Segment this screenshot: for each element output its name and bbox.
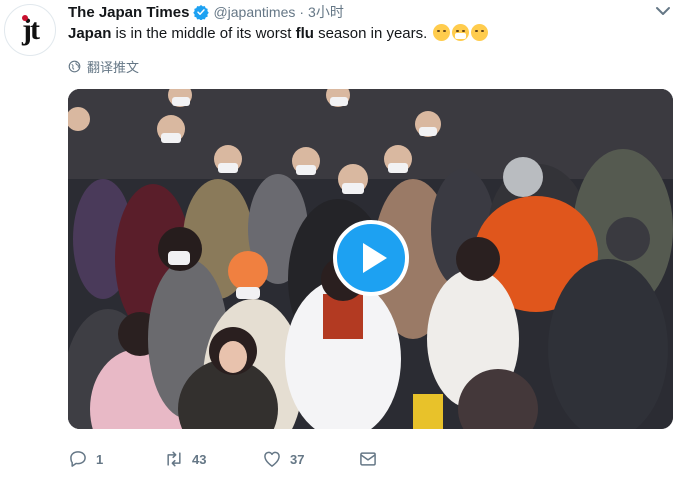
author-handle[interactable]: @japantimes <box>213 4 295 20</box>
tweet-text-keyword-japan: Japan <box>68 25 112 42</box>
tweet-card[interactable]: jt The Japan Times @japantimes · 3小时 Jap… <box>0 0 680 487</box>
tweet-text-part: is in the middle of its worst <box>111 25 296 42</box>
envelope-icon <box>360 452 376 466</box>
translate-tweet-link[interactable]: 翻译推文 <box>68 57 139 75</box>
reply-count: 1 <box>96 451 104 467</box>
video-player[interactable] <box>68 89 673 429</box>
retweet-icon <box>167 451 181 467</box>
header-separator: · <box>299 4 305 20</box>
like-count: 37 <box>290 451 305 467</box>
avatar-dot <box>22 15 28 21</box>
author-name[interactable]: The Japan Times <box>68 4 189 21</box>
reply-icon <box>70 451 86 467</box>
sneezing-face-emoji <box>433 24 451 41</box>
avatar[interactable]: jt <box>4 4 56 56</box>
tweet-actions: 1 43 37 <box>68 447 398 471</box>
medical-mask-face-emoji <box>452 24 470 41</box>
thermometer-face-emoji <box>471 24 489 41</box>
tweet-text: Japan is in the middle of its worst flu … <box>68 24 489 44</box>
direct-message-button[interactable] <box>358 447 386 471</box>
verified-badge-icon <box>193 5 210 20</box>
like-button[interactable]: 37 <box>262 447 304 471</box>
tweet-text-part: season in years. <box>313 25 432 42</box>
play-button[interactable] <box>333 220 409 296</box>
tweet-text-keyword-flu: flu <box>295 25 314 42</box>
reply-button[interactable]: 1 <box>68 447 103 471</box>
retweet-count: 43 <box>192 451 207 467</box>
tweet-header: The Japan Times @japantimes · 3小时 <box>68 2 344 22</box>
chevron-down-icon[interactable] <box>654 4 672 18</box>
translate-label: 翻译推文 <box>87 59 140 75</box>
retweet-button[interactable]: 43 <box>164 447 206 471</box>
play-icon <box>363 243 387 273</box>
heart-icon <box>264 451 280 467</box>
globe-icon <box>68 60 81 72</box>
tweet-timestamp[interactable]: 3小时 <box>308 2 344 22</box>
